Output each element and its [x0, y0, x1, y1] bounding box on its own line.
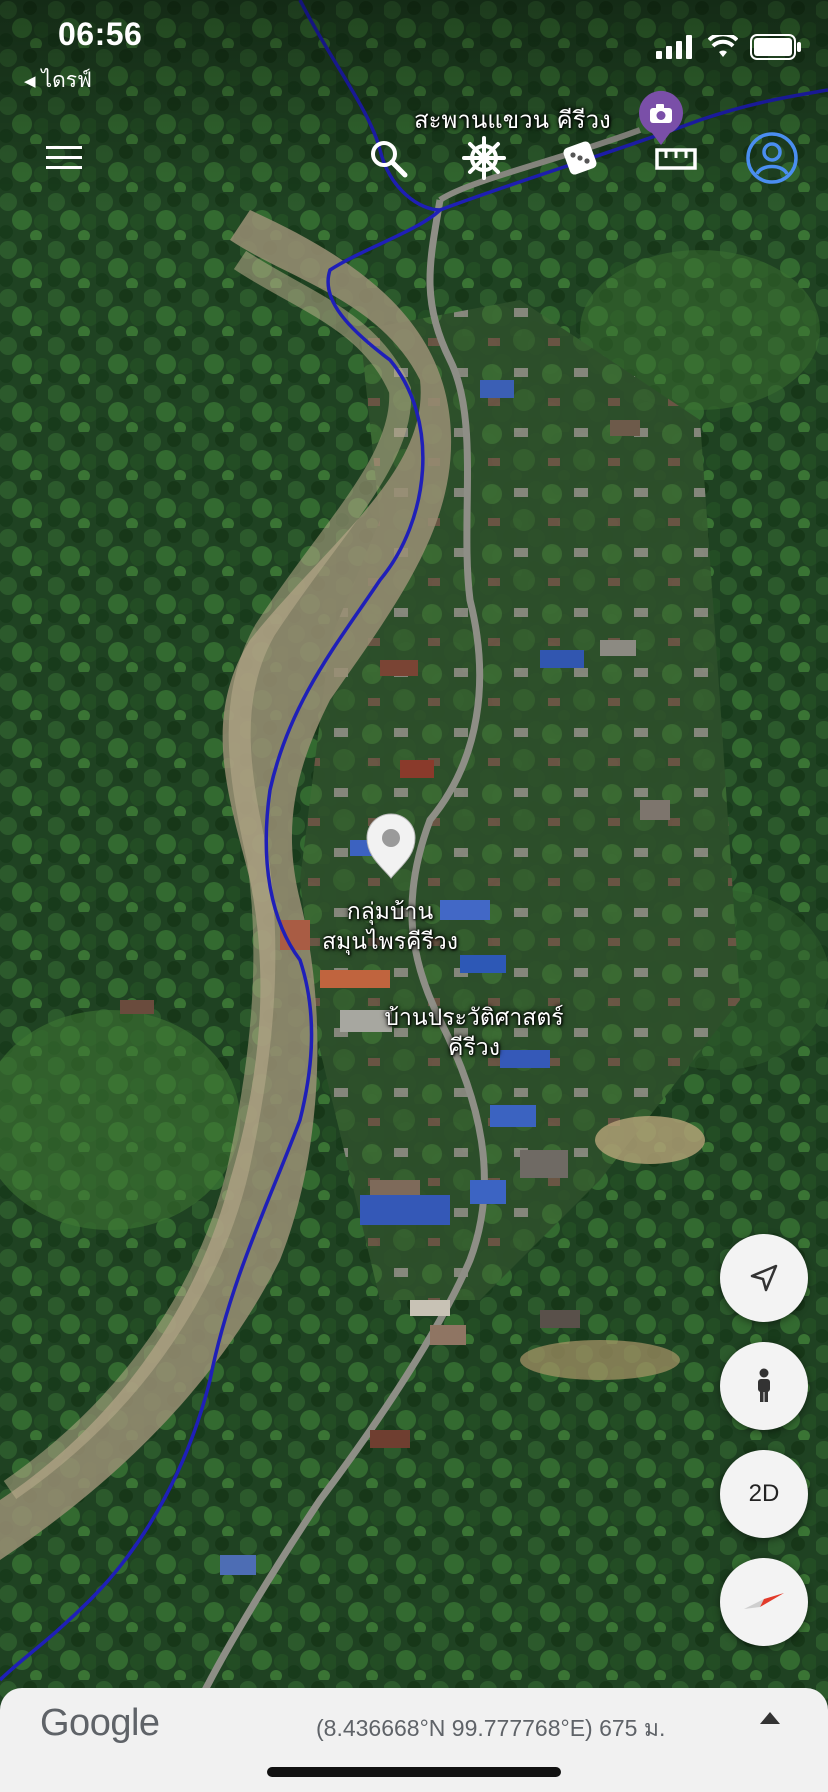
status-icons — [656, 34, 802, 60]
menu-icon — [46, 146, 82, 169]
search-icon — [371, 141, 408, 178]
navigation-arrow-icon — [750, 1264, 778, 1292]
dice-icon — [563, 141, 597, 175]
voyager-button[interactable] — [456, 130, 512, 186]
profile-button[interactable] — [744, 130, 800, 186]
back-link-label: ไดรฟ์ — [41, 69, 92, 92]
museum-label-line1: บ้านประวัติศาสตร์ — [384, 1005, 564, 1031]
ruler-icon — [655, 148, 697, 170]
back-to-drive-link[interactable]: ◀ ไดรฟ์ — [24, 64, 92, 97]
museum-label-line2: คีรีวง — [448, 1035, 500, 1061]
herb-group-label[interactable]: กลุ่มบ้าน สมุนไพรคีรีวง — [300, 897, 480, 957]
museum-label[interactable]: บ้านประวัติศาสตร์ คีรีวง — [364, 1003, 584, 1063]
search-button[interactable] — [360, 130, 416, 186]
measure-button[interactable] — [648, 130, 704, 186]
ships-wheel-icon — [462, 136, 506, 180]
home-indicator[interactable] — [267, 1767, 561, 1777]
coordinates-readout: (8.436668°N 99.777768°E) 675 ม. — [316, 1715, 666, 1741]
back-arrow-icon: ◀ — [24, 72, 36, 90]
battery-icon — [750, 34, 801, 60]
status-time: 06:56 — [58, 16, 143, 52]
bridge-label[interactable]: สะพานแขวน คีรีวง — [414, 105, 611, 135]
pegman-icon — [758, 1368, 770, 1402]
menu-button[interactable] — [36, 130, 92, 186]
bottom-info-bar[interactable]: Google (8.436668°N 99.777768°E) 675 ม. — [0, 1688, 828, 1792]
satellite-map[interactable] — [0, 0, 828, 1792]
herb-group-label-line2: สมุนไพรคีรีวง — [322, 929, 458, 955]
feeling-lucky-button[interactable] — [552, 130, 608, 186]
street-view-button[interactable] — [720, 1342, 808, 1430]
my-location-button[interactable] — [720, 1234, 808, 1322]
compass-button[interactable] — [720, 1558, 808, 1646]
google-logo: Google — [40, 1702, 160, 1744]
herb-group-label-line1: กลุ่มบ้าน — [346, 899, 434, 925]
chevron-up-icon[interactable] — [760, 1712, 780, 1724]
toggle-2d-button[interactable]: 2D — [720, 1450, 808, 1538]
cellular-signal-icon — [656, 35, 692, 59]
compass-icon — [744, 1593, 784, 1609]
account-icon — [746, 132, 798, 184]
wifi-icon — [708, 35, 738, 57]
